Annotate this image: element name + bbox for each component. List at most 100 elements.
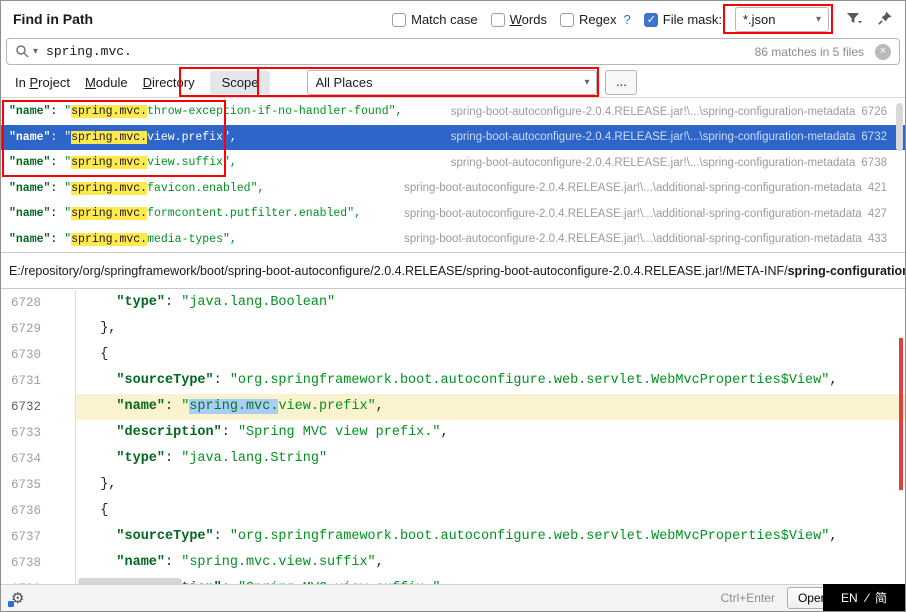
result-row[interactable]: "name": "spring.mvc.media-types",spring-… xyxy=(1,227,905,253)
words-option[interactable]: Words xyxy=(491,12,547,27)
file-mask-value: *.json xyxy=(743,12,776,27)
editor-line-code[interactable]: "name": "spring.mvc.view.suffix", xyxy=(76,550,905,576)
result-row[interactable]: "name": "spring.mvc.favicon.enabled",spr… xyxy=(1,176,905,202)
result-line-number: 6738 xyxy=(861,157,887,169)
regex-checkbox[interactable] xyxy=(560,13,574,27)
clear-search-icon[interactable]: × xyxy=(875,44,891,60)
results-scrollbar-thumb[interactable] xyxy=(896,103,903,151)
regex-label: Regex xyxy=(579,12,617,27)
line-number: 6732 xyxy=(1,394,76,420)
result-file-path: spring-boot-autoconfigure-2.0.4.RELEASE.… xyxy=(404,182,862,194)
tab-module[interactable]: Module xyxy=(83,71,130,94)
file-mask-label: File mask: xyxy=(663,12,722,27)
result-key: "name" xyxy=(9,131,50,144)
search-query-text[interactable]: spring.mvc. xyxy=(46,44,132,59)
ime-lang-label: 简 xyxy=(875,589,887,606)
result-file-path: spring-boot-autoconfigure-2.0.4.RELEASE.… xyxy=(404,233,862,245)
chevron-down-icon: ▾ xyxy=(584,77,589,88)
words-checkbox[interactable] xyxy=(491,13,505,27)
editor-line[interactable]: 6731 "sourceType": "org.springframework.… xyxy=(1,368,905,394)
editor-line-code[interactable]: { xyxy=(76,342,905,368)
tab-in-project[interactable]: In Project xyxy=(13,71,72,94)
match-highlight: spring.mvc. xyxy=(71,182,147,195)
regex-help-link[interactable]: ? xyxy=(624,12,631,27)
file-mask-combobox[interactable]: *.json ▾ xyxy=(735,7,829,32)
preview-file-path: E:/repository/org/springframework/boot/s… xyxy=(1,252,905,289)
scope-combobox[interactable]: All Places ▾ xyxy=(307,70,597,95)
editor-line-code[interactable]: "type": "java.lang.Boolean" xyxy=(76,290,905,316)
editor-scrollbar-marker xyxy=(899,338,903,490)
match-highlight: spring.mvc. xyxy=(71,105,147,118)
result-line-number: 6726 xyxy=(861,106,887,118)
gear-icon[interactable]: ⚙ xyxy=(11,591,24,606)
editor-line-code[interactable]: "name": "spring.mvc.view.prefix", xyxy=(76,394,905,420)
filter-icon[interactable] xyxy=(845,10,863,26)
editor-line[interactable]: 6737 "sourceType": "org.springframework.… xyxy=(1,524,905,550)
line-number: 6737 xyxy=(1,524,76,550)
regex-option[interactable]: Regex ? xyxy=(560,12,631,27)
pin-icon[interactable] xyxy=(877,10,893,26)
result-row[interactable]: "name": "spring.mvc.view.prefix",spring-… xyxy=(1,125,905,151)
editor-line-code[interactable]: "sourceType": "org.springframework.boot.… xyxy=(76,524,905,550)
editor-line[interactable]: 6728 "type": "java.lang.Boolean" xyxy=(1,290,905,316)
editor-line-code[interactable]: { xyxy=(76,498,905,524)
ime-language-bar[interactable]: EN / 简 xyxy=(823,584,905,611)
line-number: 6736 xyxy=(1,498,76,524)
editor-line-code[interactable]: }, xyxy=(76,316,905,342)
find-in-path-dialog: Find in Path Match case Words Regex ? Fi… xyxy=(0,0,906,612)
dialog-header: Find in Path Match case Words Regex ? Fi… xyxy=(1,1,905,37)
dialog-footer: ⚙ Ctrl+Enter Open in Fin xyxy=(1,584,905,611)
result-row[interactable]: "name": "spring.mvc.view.suffix",spring-… xyxy=(1,150,905,176)
preview-path-tail: spring-configuration-metadata xyxy=(788,264,905,278)
ime-mode-icon: / xyxy=(864,590,869,604)
result-file-path: spring-boot-autoconfigure-2.0.4.RELEASE.… xyxy=(451,157,856,169)
search-history-chevron-icon[interactable]: ▾ xyxy=(33,46,38,57)
editor-line[interactable]: 6733 "description": "Spring MVC view pre… xyxy=(1,420,905,446)
result-file-path: spring-boot-autoconfigure-2.0.4.RELEASE.… xyxy=(451,131,856,143)
editor-line[interactable]: 6734 "type": "java.lang.String" xyxy=(1,446,905,472)
result-key: "name" xyxy=(9,233,50,246)
tab-scope[interactable]: Scope xyxy=(210,71,271,94)
line-number: 6733 xyxy=(1,420,76,446)
search-field[interactable]: ▾ spring.mvc. 86 matches in 5 files × xyxy=(6,38,900,65)
dialog-title: Find in Path xyxy=(13,11,93,27)
editor-line[interactable]: 6735 }, xyxy=(1,472,905,498)
result-line-number: 421 xyxy=(868,182,887,194)
match-case-label: Match case xyxy=(411,12,477,27)
match-case-checkbox[interactable] xyxy=(392,13,406,27)
result-line-number: 427 xyxy=(868,208,887,220)
preview-editor[interactable]: 6728 "type": "java.lang.Boolean"6729 },6… xyxy=(1,290,905,586)
editor-line-code[interactable]: "sourceType": "org.springframework.boot.… xyxy=(76,368,905,394)
result-file-path: spring-boot-autoconfigure-2.0.4.RELEASE.… xyxy=(451,106,856,118)
line-number: 6730 xyxy=(1,342,76,368)
editor-line-code[interactable]: "description": "Spring MVC view prefix."… xyxy=(76,420,905,446)
match-highlight: spring.mvc. xyxy=(71,156,147,169)
match-case-option[interactable]: Match case xyxy=(392,12,477,27)
line-number: 6735 xyxy=(1,472,76,498)
editor-line-code[interactable]: "type": "java.lang.String" xyxy=(76,446,905,472)
line-number: 6728 xyxy=(1,290,76,316)
editor-line[interactable]: 6730 { xyxy=(1,342,905,368)
editor-line-code[interactable]: }, xyxy=(76,472,905,498)
result-row[interactable]: "name": "spring.mvc.throw-exception-if-n… xyxy=(1,99,905,125)
line-number: 6731 xyxy=(1,368,76,394)
result-line-number: 433 xyxy=(868,233,887,245)
result-key: "name" xyxy=(9,156,50,169)
tab-directory[interactable]: Directory xyxy=(141,71,197,94)
editor-line[interactable]: 6729 }, xyxy=(1,316,905,342)
file-mask-checkbox[interactable] xyxy=(644,13,658,27)
result-key: "name" xyxy=(9,182,50,195)
match-highlight: spring.mvc. xyxy=(71,131,147,144)
scope-browse-button[interactable]: ... xyxy=(605,70,637,95)
ime-en-label: EN xyxy=(841,591,858,605)
line-number: 6734 xyxy=(1,446,76,472)
result-line-number: 6732 xyxy=(861,131,887,143)
result-row[interactable]: "name": "spring.mvc.formcontent.putfilte… xyxy=(1,201,905,227)
scope-value: All Places xyxy=(315,75,372,90)
editor-line[interactable]: 6732 "name": "spring.mvc.view.prefix", xyxy=(1,394,905,420)
editor-line[interactable]: 6738 "name": "spring.mvc.view.suffix", xyxy=(1,550,905,576)
editor-line[interactable]: 6736 { xyxy=(1,498,905,524)
match-highlight: spring.mvc. xyxy=(71,207,147,220)
file-mask-option[interactable]: File mask: xyxy=(644,12,722,27)
results-list: "name": "spring.mvc.throw-exception-if-n… xyxy=(1,99,905,252)
